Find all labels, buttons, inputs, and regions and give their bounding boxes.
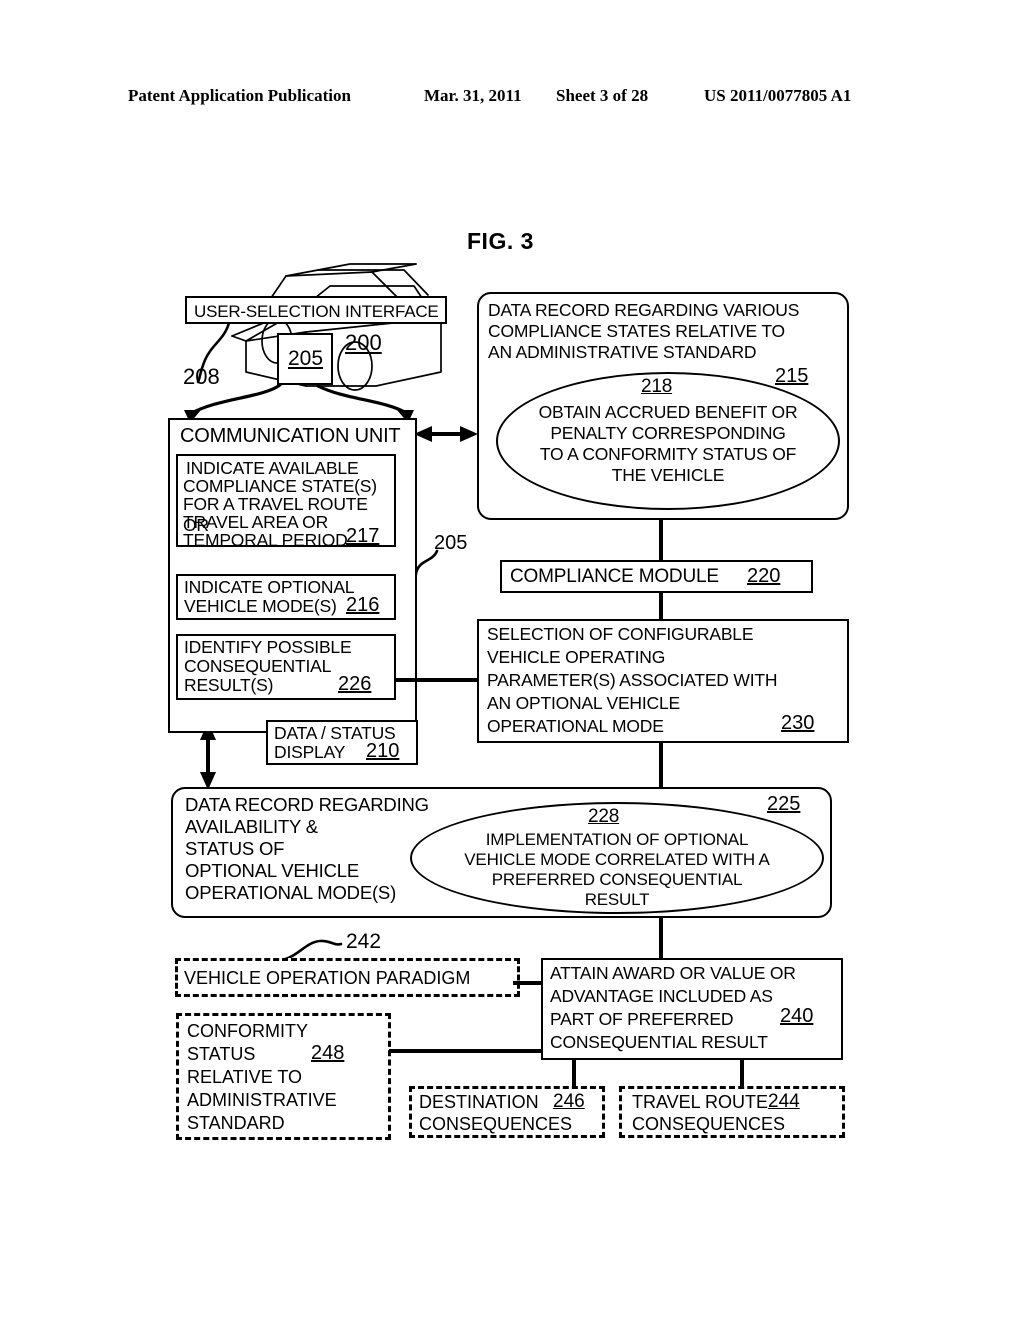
connector-240-to-246: [572, 1060, 576, 1088]
data-status-display-box[interactable]: DATA / STATUS DISPLAY 210: [266, 720, 418, 765]
header-publication: Patent Application Publication: [128, 86, 351, 105]
box-225-line-4: OPTIONAL VEHICLE: [185, 860, 359, 881]
ref-220-label: 220: [747, 565, 781, 587]
header-sheet: Sheet 3 of 28: [556, 86, 649, 105]
ref-208-label: 208: [183, 364, 220, 389]
ref-242-label: 242: [346, 930, 382, 953]
ref-248-label: 248: [311, 1042, 345, 1064]
box-215-line-1: DATA RECORD REGARDING VARIOUS: [488, 300, 800, 320]
box-246-line-1: DESTINATION: [419, 1092, 539, 1112]
indicate-compliance-states-box[interactable]: INDICATE AVAILABLE COMPLIANCE STATE(S) F…: [176, 454, 396, 550]
travel-route-consequences-box[interactable]: TRAVEL ROUTE 244 CONSEQUENCES: [619, 1086, 845, 1138]
indicate-compliance-line-5: TEMPORAL PERIOD: [183, 530, 348, 550]
box-248-line-5: STANDARD: [187, 1113, 285, 1133]
conformity-status-box[interactable]: CONFORMITY STATUS RELATIVE TO ADMINISTRA…: [176, 1013, 391, 1140]
ref-230-label: 230: [781, 712, 815, 734]
indicate-optional-vehicle-modes-box[interactable]: INDICATE OPTIONAL VEHICLE MODE(S) 216: [176, 574, 396, 620]
ref-225-label: 225: [767, 793, 801, 815]
attain-award-box[interactable]: ATTAIN AWARD OR VALUE OR ADVANTAGE INCLU…: [541, 958, 843, 1060]
ref-200-label: 200: [345, 330, 382, 355]
ellipse-218-line-4: THE VEHICLE: [611, 465, 725, 485]
box-225-line-2: AVAILABILITY &: [185, 816, 318, 837]
header-patent-number: US 2011/0077805 A1: [704, 86, 852, 105]
identify-consequential-results-box[interactable]: IDENTIFY POSSIBLE CONSEQUENTIAL RESULT(S…: [176, 634, 396, 700]
ref-218-label: 218: [641, 376, 673, 397]
connector-225-to-240: [659, 918, 663, 960]
ellipse-228-line-4: RESULT: [584, 890, 650, 909]
ref-228-label: 228: [588, 806, 620, 827]
ref-205-label: 205: [288, 347, 324, 370]
data-record-availability-box[interactable]: DATA RECORD REGARDING AVAILABILITY & STA…: [171, 787, 832, 918]
figure-title: FIG. 3: [467, 228, 534, 254]
box-230-line-5: OPERATIONAL MODE: [487, 716, 664, 736]
patent-figure-page: Patent Application Publication Mar. 31, …: [0, 0, 1024, 1320]
identify-consequential-line-2: CONSEQUENTIAL: [184, 656, 332, 676]
data-record-compliance-states-box[interactable]: DATA RECORD REGARDING VARIOUS COMPLIANCE…: [477, 292, 849, 520]
ref-210-label: 210: [366, 740, 400, 762]
compliance-module-label: COMPLIANCE MODULE: [510, 566, 719, 587]
vehicle-operation-paradigm-box[interactable]: VEHICLE OPERATION PARADIGM: [175, 958, 520, 997]
box-248-line-2: STATUS: [187, 1044, 256, 1064]
vehicle-operation-paradigm-label: VEHICLE OPERATION PARADIGM: [184, 968, 471, 988]
box-240-line-1: ATTAIN AWARD OR VALUE OR: [550, 963, 796, 983]
ref-216-label: 216: [346, 594, 380, 616]
ref-246-label: 246: [553, 1091, 585, 1112]
ref-205-box: 205: [277, 333, 333, 385]
box-240-line-2: ADVANTAGE INCLUDED AS: [550, 986, 773, 1006]
user-selection-interface-box[interactable]: USER-SELECTION INTERFACE: [185, 296, 447, 324]
ellipse-218-line-1: OBTAIN ACCRUED BENEFIT OR: [538, 402, 798, 422]
box-230-line-2: VEHICLE OPERATING: [487, 647, 666, 667]
ellipse-228-line-2: VEHICLE MODE CORRELATED WITH A: [464, 850, 770, 869]
page-header: Patent Application Publication Mar. 31, …: [0, 86, 1024, 112]
ref-240-label: 240: [780, 1005, 814, 1027]
destination-consequences-box[interactable]: DESTINATION 246 CONSEQUENCES: [409, 1086, 605, 1138]
ellipse-228-line-3: PREFERRED CONSEQUENTIAL: [491, 870, 743, 889]
indicate-optional-line-2: VEHICLE MODE(S): [184, 596, 337, 616]
connector-230-to-225: [659, 743, 663, 787]
ellipse-228-line-1: IMPLEMENTATION OF OPTIONAL: [485, 830, 749, 849]
user-selection-interface-label: USER-SELECTION INTERFACE: [194, 302, 439, 321]
box-230-line-1: SELECTION OF CONFIGURABLE: [487, 624, 754, 644]
header-date: Mar. 31, 2011: [424, 86, 522, 105]
box-244-line-2: CONSEQUENCES: [632, 1114, 786, 1134]
connector-248-to-240: [389, 1049, 543, 1053]
indicate-optional-line-1: INDICATE OPTIONAL: [184, 577, 355, 597]
box-248-line-4: ADMINISTRATIVE: [187, 1090, 337, 1110]
box-225-line-1: DATA RECORD REGARDING: [185, 794, 429, 815]
box-215-line-3: AN ADMINISTRATIVE STANDARD: [488, 342, 757, 362]
box-244-line-1: TRAVEL ROUTE: [632, 1092, 769, 1112]
connector-215-to-220: [659, 520, 663, 562]
ref-217-label: 217: [346, 525, 380, 547]
ref-215-label: 215: [775, 365, 809, 387]
selection-configurable-parameters-box[interactable]: SELECTION OF CONFIGURABLE VEHICLE OPERAT…: [477, 619, 849, 743]
box-225-line-5: OPERATIONAL MODE(S): [185, 882, 397, 903]
ellipse-218: 218 OBTAIN ACCRUED BENEFIT OR PENALTY CO…: [496, 372, 840, 510]
box-240-line-4: CONSEQUENTIAL RESULT: [550, 1032, 768, 1052]
identify-consequential-line-3: RESULT(S): [184, 675, 274, 695]
box-246-line-2: CONSEQUENCES: [419, 1114, 573, 1134]
ellipse-218-line-3: TO A CONFORMITY STATUS OF: [539, 444, 797, 464]
ref-205-callout-label: 205: [434, 532, 468, 554]
box-248-line-3: RELATIVE TO: [187, 1067, 303, 1087]
ref-244-label: 244: [768, 1091, 800, 1112]
identify-consequential-line-1: IDENTIFY POSSIBLE: [184, 637, 352, 657]
box-225-line-3: STATUS OF: [185, 838, 285, 859]
ref-226-label: 226: [338, 673, 372, 695]
ellipse-218-line-2: PENALTY CORRESPONDING: [550, 423, 786, 443]
communication-unit-label: COMMUNICATION UNIT: [180, 425, 401, 447]
connector-240-to-244: [740, 1060, 744, 1088]
compliance-module-box[interactable]: COMPLIANCE MODULE 220: [500, 560, 813, 593]
connector-220-to-230: [659, 593, 663, 619]
ellipse-228: 228 IMPLEMENTATION OF OPTIONAL VEHICLE M…: [410, 802, 824, 914]
box-240-line-3: PART OF PREFERRED: [550, 1009, 734, 1029]
box-215-line-2: COMPLIANCE STATES RELATIVE TO: [488, 321, 785, 341]
box-230-line-4: AN OPTIONAL VEHICLE: [487, 693, 680, 713]
box-230-line-3: PARAMETER(S) ASSOCIATED WITH: [487, 670, 778, 690]
data-status-display-line-2: DISPLAY: [274, 742, 346, 762]
box-248-line-1: CONFORMITY: [187, 1021, 308, 1041]
connector-226-to-230: [396, 678, 479, 682]
